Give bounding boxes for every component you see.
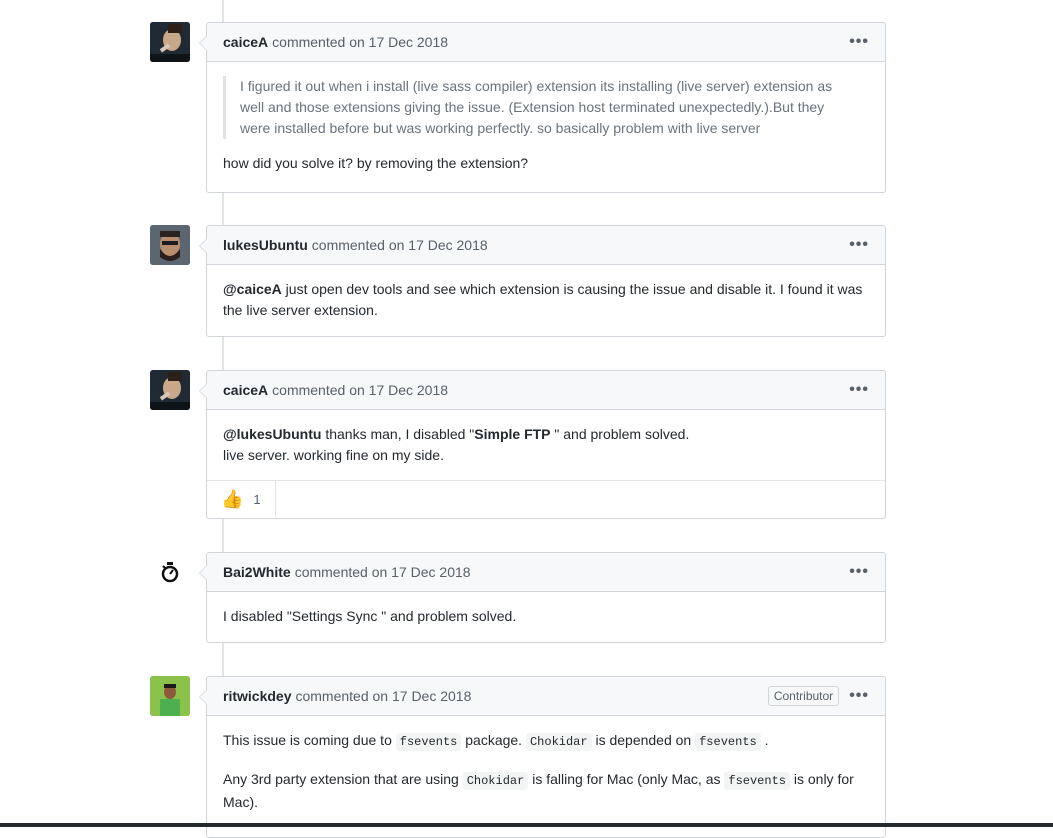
avatar[interactable] [150,370,190,410]
comment-box: Bai2White commented on 17 Dec 2018 ••• I… [199,552,886,643]
comment-timestamp[interactable]: commented on 17 Dec 2018 [295,564,471,580]
bold-text: Simple FTP [474,426,551,442]
avatar[interactable] [150,676,190,716]
comment-header: caiceA commented on 17 Dec 2018 ••• [207,23,885,62]
comment-body: This issue is coming due to fsevents pac… [207,716,885,827]
more-options-icon[interactable]: ••• [849,564,869,580]
comment-box: ritwickdey commented on 17 Dec 2018 Cont… [199,676,886,838]
comment-header: caiceA commented on 17 Dec 2018 ••• [207,371,885,410]
code-fsevents: fsevents [695,733,761,751]
reaction-thumbs-up[interactable]: 👍 1 [207,481,276,517]
user-photo-icon [150,225,190,265]
text-segment: . [760,732,769,748]
author-link[interactable]: ritwickdey [223,688,291,704]
bottom-edge-bar [0,823,1053,827]
contributor-badge: Contributor [767,686,840,706]
user-mention[interactable]: @caiceA [223,281,282,297]
text-segment: This issue is coming due to [223,732,396,748]
user-photo-icon [150,370,190,410]
user-photo-icon [150,676,190,716]
text-segment: Any 3rd party extension that are using [223,771,463,787]
text-segment: is falling for Mac (only Mac, as [528,771,725,787]
quote-block: I figured it out when i install (live sa… [223,76,869,139]
author-link[interactable]: Bai2White [223,564,291,580]
comment-text: how did you solve it? by removing the ex… [223,155,529,171]
comment-body: I figured it out when i install (live sa… [207,62,885,188]
more-options-icon[interactable]: ••• [849,237,869,253]
user-photo-icon [150,22,190,62]
comment-header: ritwickdey commented on 17 Dec 2018 Cont… [207,677,885,716]
avatar[interactable] [150,552,190,592]
comment-text: I disabled "Settings Sync " and problem … [223,608,517,624]
thumbs-up-icon: 👍 [221,488,244,509]
comment-text: @caiceA just open dev tools and see whic… [223,279,869,321]
stopwatch-icon [161,562,179,583]
code-chokidar: Chokidar [525,733,592,751]
comment-body: @lukesUbuntu thanks man, I disabled "Sim… [207,410,885,480]
code-fsevents: fsevents [395,733,462,751]
comment-text-line2: live server. working fine on my side. [223,447,444,463]
comment-text-rest: just open dev tools and see which extens… [223,281,863,318]
comment-timestamp[interactable]: commented on 17 Dec 2018 [272,382,448,398]
text-segment: is depended on [591,732,696,748]
avatar[interactable] [150,22,190,62]
more-options-icon[interactable]: ••• [849,688,869,704]
comment-timestamp[interactable]: commented on 17 Dec 2018 [295,688,471,704]
comment-box: caiceA commented on 17 Dec 2018 ••• I fi… [199,22,886,193]
code-chokidar: Chokidar [462,772,529,790]
comment-header: Bai2White commented on 17 Dec 2018 ••• [207,553,885,592]
more-options-icon[interactable]: ••• [849,382,869,398]
comment-timestamp[interactable]: commented on 17 Dec 2018 [312,237,488,253]
comment-body: @caiceA just open dev tools and see whic… [207,265,885,335]
comment-timestamp[interactable]: commented on 17 Dec 2018 [272,34,448,50]
comment-paragraph-2: Any 3rd party extension that are using C… [223,769,869,813]
comment-text-part: thanks man, I disabled " [321,426,475,442]
author-link[interactable]: caiceA [223,34,268,50]
user-mention[interactable]: @lukesUbuntu [223,426,321,442]
author-link[interactable]: caiceA [223,382,268,398]
avatar[interactable] [150,225,190,265]
more-options-icon[interactable]: ••• [849,34,869,50]
text-segment: package. [461,732,526,748]
comment-paragraph-1: This issue is coming due to fsevents pac… [223,730,869,753]
comment-box: caiceA commented on 17 Dec 2018 ••• @luk… [199,370,886,519]
comment-text: @lukesUbuntu thanks man, I disabled "Sim… [223,424,869,445]
comment-header: lukesUbuntu commented on 17 Dec 2018 ••• [207,226,885,265]
comment-body: I disabled "Settings Sync " and problem … [207,592,885,641]
comment-text-part: " and problem solved. [550,426,690,442]
author-link[interactable]: lukesUbuntu [223,237,308,253]
comment-box: lukesUbuntu commented on 17 Dec 2018 •••… [199,225,886,337]
reaction-count: 1 [253,491,261,507]
code-fsevents: fsevents [724,772,790,790]
reactions-bar: 👍 1 [207,480,885,517]
